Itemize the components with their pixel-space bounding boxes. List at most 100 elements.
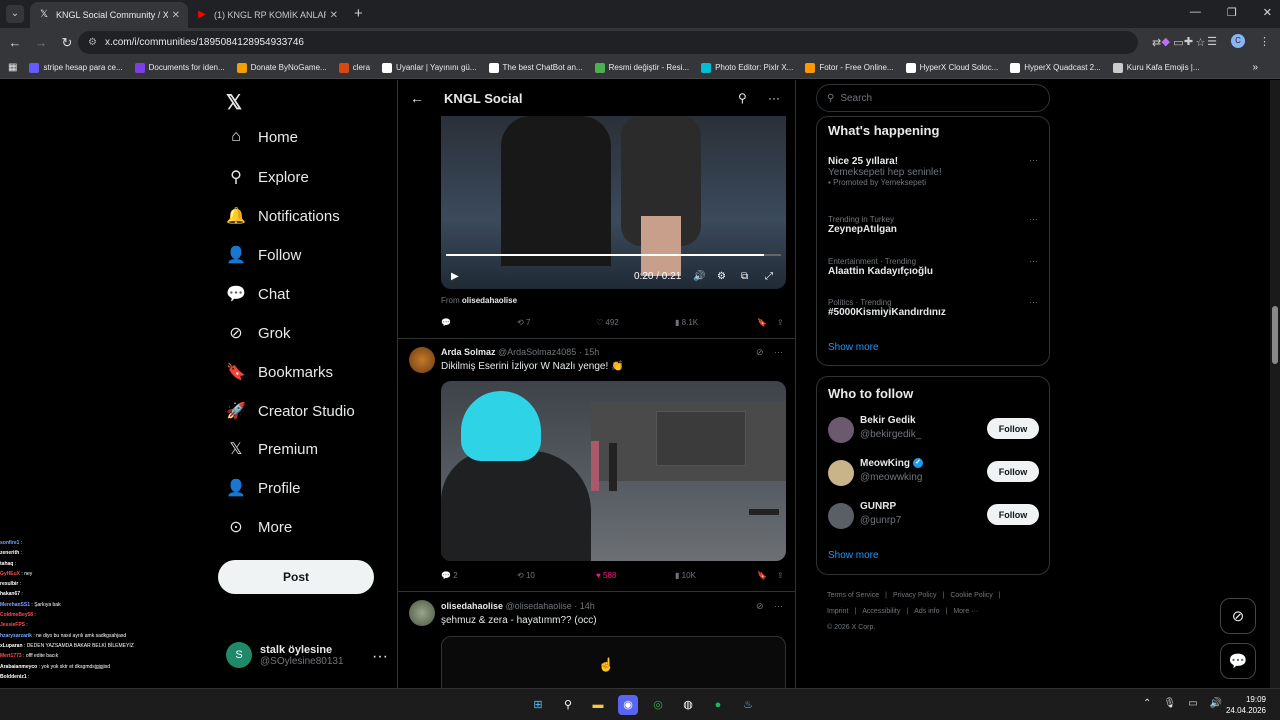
scrollbar-thumb[interactable]: [1272, 306, 1278, 364]
show-more-link[interactable]: Show more: [828, 342, 879, 353]
menu-icon[interactable]: ⋮: [1259, 35, 1270, 48]
show-more-link[interactable]: Show more: [828, 550, 879, 561]
post-image[interactable]: [441, 381, 786, 561]
apps-icon[interactable]: ▦: [8, 62, 17, 73]
close-icon[interactable]: ✕: [172, 10, 180, 21]
video-player[interactable]: ▶ 0:20 / 0:21 🔊 ⚙ ⧉ ⤢: [441, 116, 786, 289]
trend-item[interactable]: Nice 25 yıllara! Yemeksepeti hep seninle!…: [828, 155, 1040, 187]
settings-icon[interactable]: ⚙: [717, 271, 726, 282]
nav-item-more[interactable]: ⊙ More: [226, 517, 292, 537]
clock[interactable]: 19:09 24.04.2026: [1226, 694, 1266, 716]
bookmark-item[interactable]: stripe hesap para ce...: [29, 62, 123, 73]
nav-item-home[interactable]: ⌂ Home: [226, 128, 298, 146]
restore-icon[interactable]: ❐: [1227, 6, 1237, 19]
bookmark-item[interactable]: Kuru Kafa Emojis |...: [1112, 62, 1200, 73]
nav-item-premium[interactable]: 𝕏 Premium: [226, 439, 318, 459]
volume-icon[interactable]: 🔊: [693, 271, 705, 282]
video-progress-bar[interactable]: [446, 254, 781, 256]
pip-icon[interactable]: ⧉: [741, 271, 748, 282]
steam-icon[interactable]: ♨: [738, 695, 758, 715]
obs-icon[interactable]: ◍: [678, 695, 698, 715]
author-name[interactable]: olisedahaolise: [441, 601, 503, 611]
more-icon[interactable]: ···: [1029, 297, 1038, 307]
avatar[interactable]: [409, 600, 435, 626]
bookmark-item[interactable]: Fotor - Free Online...: [805, 62, 894, 73]
repost-button[interactable]: ⟲ 7: [517, 318, 596, 327]
file-explorer-icon[interactable]: ▬: [588, 695, 608, 715]
follow-button[interactable]: Follow: [987, 418, 1039, 439]
chevron-up-icon[interactable]: ⌃: [1143, 698, 1151, 709]
more-bookmarks-icon[interactable]: »: [1252, 62, 1258, 73]
more-icon[interactable]: ···: [1029, 214, 1038, 224]
more-icon[interactable]: ···: [774, 601, 783, 611]
avatar[interactable]: [828, 417, 854, 443]
extension-icon[interactable]: ◆: [1161, 35, 1169, 48]
footer-link[interactable]: Cookie Policy: [950, 592, 992, 599]
more-icon[interactable]: ···: [768, 91, 780, 105]
close-window-icon[interactable]: ✕: [1263, 6, 1272, 19]
footer-link[interactable]: Terms of Service: [827, 592, 879, 599]
grok-icon[interactable]: ⊘: [756, 347, 764, 358]
follow-suggestion[interactable]: MeowKing ✓ @meowwking Follow: [828, 458, 1040, 488]
more-icon[interactable]: ···: [774, 347, 783, 357]
translate-icon[interactable]: ⇄: [1152, 36, 1161, 49]
from-user-link[interactable]: olisedahaolise: [462, 296, 517, 305]
follow-button[interactable]: Follow: [987, 461, 1039, 482]
profile-avatar-icon[interactable]: C: [1231, 34, 1245, 48]
spotify-icon[interactable]: ●: [708, 695, 728, 715]
forward-icon[interactable]: →: [30, 35, 52, 50]
footer-link[interactable]: © 2026 X Corp.: [827, 624, 875, 631]
play-icon[interactable]: ▶: [451, 271, 459, 282]
footer-link[interactable]: Accessibility: [862, 608, 900, 615]
discord-icon[interactable]: ◉: [618, 695, 638, 715]
follow-button[interactable]: Follow: [987, 504, 1039, 525]
url-field[interactable]: ⚙ x.com/i/communities/189508412895493374…: [78, 31, 1206, 54]
suggestion-name[interactable]: MeowKing ✓: [860, 458, 923, 469]
bookmark-item[interactable]: Uyanlar | Yayınını gü...: [382, 62, 477, 73]
search-icon[interactable]: ⚲: [738, 91, 747, 105]
author-handle[interactable]: @olisedahaolise: [506, 601, 572, 611]
trend-item[interactable]: Politics · Trending #5000KismiyiKandırdın…: [828, 297, 1040, 318]
grok-icon[interactable]: ⊘: [756, 601, 764, 612]
bookmark-item[interactable]: Resmi değiştir - Resi...: [594, 62, 689, 73]
back-icon[interactable]: ←: [4, 35, 26, 50]
sidebar-icon[interactable]: ☰: [1207, 35, 1217, 48]
author-name[interactable]: Arda Solmaz: [441, 347, 496, 357]
puzzle-icon[interactable]: ✚: [1184, 35, 1193, 48]
site-info-icon[interactable]: ⚙: [88, 37, 97, 48]
network-icon[interactable]: ▭: [1188, 698, 1197, 709]
like-button[interactable]: ♥ 588: [596, 571, 675, 580]
chat-fab[interactable]: 💬: [1220, 643, 1256, 679]
tab-search-button[interactable]: ⌄: [6, 5, 24, 23]
bookmark-icon[interactable]: 🔖: [757, 571, 777, 580]
avatar[interactable]: [409, 347, 435, 373]
bookmark-item[interactable]: clera: [338, 62, 370, 73]
windows-start-icon[interactable]: ⊞: [528, 695, 548, 715]
nav-item-profile[interactable]: 👤 Profile: [226, 478, 301, 498]
bookmark-item[interactable]: Photo Editor: Pixlr X...: [701, 62, 793, 73]
views-button[interactable]: ▮ 10K: [675, 571, 757, 580]
new-tab-button[interactable]: +: [354, 5, 363, 22]
like-button[interactable]: ♡ 492: [596, 318, 675, 327]
minimize-icon[interactable]: —: [1190, 6, 1201, 19]
nav-item-chat[interactable]: 💬 Chat: [226, 284, 290, 304]
search-icon[interactable]: ⚲: [558, 695, 578, 715]
page-scrollbar[interactable]: [1270, 80, 1280, 688]
author-handle[interactable]: @ArdaSolmaz4085: [498, 347, 576, 357]
footer-link[interactable]: Privacy Policy: [893, 592, 937, 599]
bookmark-item[interactable]: Documents for iden...: [134, 62, 225, 73]
account-switcher[interactable]: S stalk öylesine @SOylesine80131 ···: [226, 642, 388, 668]
post-button[interactable]: Post: [218, 560, 374, 594]
more-icon[interactable]: ···: [372, 648, 388, 666]
footer-link[interactable]: Imprint: [827, 608, 848, 615]
grok-fab[interactable]: ⊘: [1220, 598, 1256, 634]
suggestion-name[interactable]: Bekir Gedik: [860, 415, 916, 426]
more-icon[interactable]: ···: [1029, 155, 1038, 165]
trend-item[interactable]: Entertainment · Trending Alaattin Kadayıf…: [828, 256, 1040, 277]
nav-item-explore[interactable]: ⚲ Explore: [226, 167, 309, 187]
share-icon[interactable]: ⇪: [777, 318, 784, 327]
follow-suggestion[interactable]: GUNRP @gunrp7 Follow: [828, 501, 1040, 531]
footer-link[interactable]: Ads info: [914, 608, 939, 615]
nav-item-bookmarks[interactable]: 🔖 Bookmarks: [226, 362, 333, 382]
reload-icon[interactable]: ↻: [56, 35, 78, 51]
